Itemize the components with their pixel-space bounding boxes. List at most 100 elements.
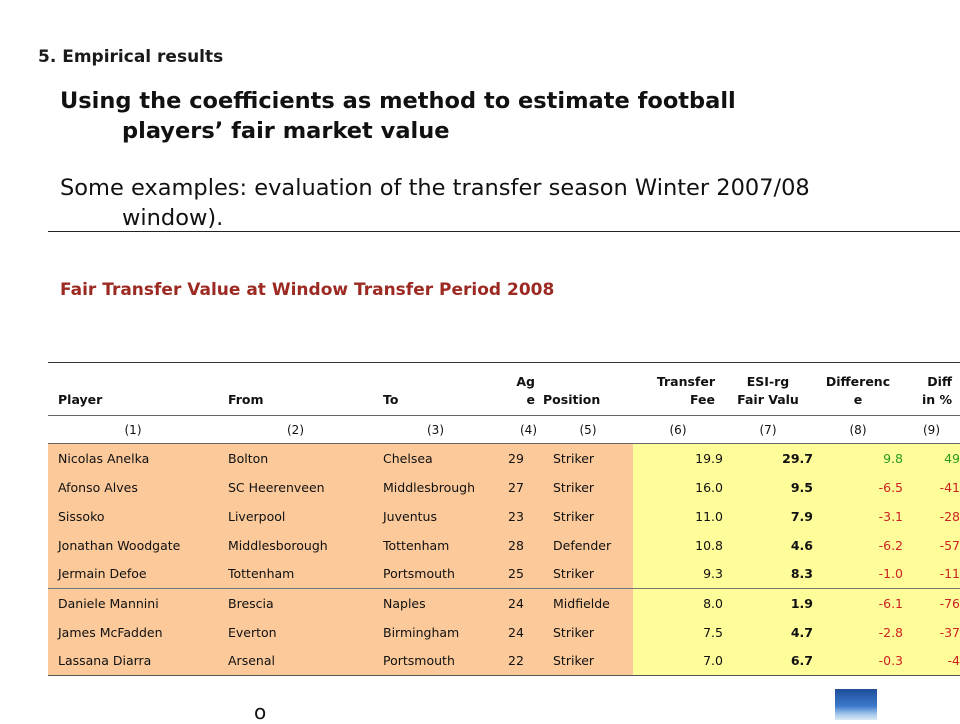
column-number: (4) [498, 415, 543, 444]
cell-to: Tottenham [373, 530, 498, 560]
cell-to: Naples [373, 588, 498, 618]
cell-from: Middlesborough [218, 530, 373, 560]
bullet-line: window). [122, 205, 224, 231]
table-row: James McFadden Everton Birmingham 24 Striker… [48, 617, 960, 647]
cell-fee: 19.9 [633, 443, 723, 473]
cell-age: 25 [498, 559, 543, 589]
cell-diff-pct: -37 [903, 617, 960, 647]
header-fair-line1: ESI-rg [746, 374, 790, 389]
footnote-marker: o [254, 700, 267, 724]
cell-from: Everton [218, 617, 373, 647]
cell-diff-pct: 49 [903, 443, 960, 473]
divider-line [48, 231, 960, 232]
cell-position: Striker [543, 559, 633, 589]
table-row: Jermain Defoe Tottenham Portsmouth 25 Strike… [48, 559, 960, 589]
cell-diff: -0.3 [813, 646, 903, 676]
cell-diff-pct: -11 [903, 559, 960, 589]
header-player: Player [48, 362, 218, 416]
header-fair-line2: Fair Valu [737, 392, 799, 407]
cell-player: James McFadden [48, 617, 218, 647]
cell-player: Sissoko [48, 501, 218, 531]
column-number: (2) [218, 415, 373, 444]
header-difference: Differenc e [813, 362, 903, 416]
cell-fee: 16.0 [633, 472, 723, 502]
cell-from: Bolton [218, 443, 373, 473]
header-diffpct-line2: in % [921, 392, 952, 407]
header-from: From [218, 362, 373, 416]
table-row: Lassana Diarra Arsenal Portsmouth 22 Striker… [48, 646, 960, 676]
cell-fee: 7.0 [633, 646, 723, 676]
cell-fee: 11.0 [633, 501, 723, 531]
cell-position: Midfielde [543, 588, 633, 618]
table-header-row: Player From To Ag e Position Transfer Fe… [48, 362, 960, 416]
cell-diff: -6.5 [813, 472, 903, 502]
cell-player: Daniele Mannini [48, 588, 218, 618]
cell-fee: 10.8 [633, 530, 723, 560]
cell-player: Afonso Alves [48, 472, 218, 502]
column-number: (3) [373, 415, 498, 444]
cell-diff-pct: -28 [903, 501, 960, 531]
cell-age: 28 [498, 530, 543, 560]
section-heading: 5. Empirical results [38, 47, 224, 67]
cell-diff: -3.1 [813, 501, 903, 531]
header-position: Position [543, 362, 633, 416]
column-number: (1) [48, 415, 218, 444]
cell-diff-pct: -57 [903, 530, 960, 560]
table-row: Sissoko Liverpool Juventus 23 Striker 11.0 7.9… [48, 501, 960, 531]
cell-fair: 4.6 [723, 530, 813, 560]
cell-age: 23 [498, 501, 543, 531]
cell-player: Jermain Defoe [48, 559, 218, 589]
cell-from: Arsenal [218, 646, 373, 676]
header-age-line1: Ag [516, 374, 535, 389]
cell-fair: 6.7 [723, 646, 813, 676]
cell-from: Tottenham [218, 559, 373, 589]
header-fee-line2: Fee [690, 392, 715, 407]
cell-diff: -2.8 [813, 617, 903, 647]
header-diffpct-line1: Diff [927, 374, 952, 389]
column-number: (5) [543, 415, 633, 444]
cell-fee: 7.5 [633, 617, 723, 647]
cell-position: Striker [543, 472, 633, 502]
cell-to: Chelsea [373, 443, 498, 473]
cell-to: Portsmouth [373, 559, 498, 589]
cell-position: Striker [543, 501, 633, 531]
table-title: Fair Transfer Value at Window Transfer P… [60, 280, 555, 300]
cell-position: Striker [543, 443, 633, 473]
cell-fair: 8.3 [723, 559, 813, 589]
cell-age: 22 [498, 646, 543, 676]
cell-diff: -1.0 [813, 559, 903, 589]
cell-age: 24 [498, 588, 543, 618]
cell-position: Defender [543, 530, 633, 560]
table-row: Nicolas Anelka Bolton Chelsea 29 Striker 19.9… [48, 443, 960, 473]
cell-to: Portsmouth [373, 646, 498, 676]
table-row: Daniele Mannini Brescia Naples 24 Midfielde 8… [48, 588, 960, 618]
header-age: Ag e [498, 362, 543, 416]
header-fair-value: ESI-rg Fair Valu [723, 362, 813, 416]
cell-diff-pct: -41 [903, 472, 960, 502]
table-row: Afonso Alves SC Heerenveen Middlesbrough 27… [48, 472, 960, 502]
header-age-line2: e [526, 392, 535, 407]
header-diff-line1: Differenc [825, 374, 891, 389]
cell-from: Brescia [218, 588, 373, 618]
cell-player: Nicolas Anelka [48, 443, 218, 473]
bullet-line: Some examples: evaluation of the transfe… [60, 175, 810, 201]
cell-fee: 9.3 [633, 559, 723, 589]
cell-to: Birmingham [373, 617, 498, 647]
cell-player: Lassana Diarra [48, 646, 218, 676]
header-to: To [373, 362, 498, 416]
cell-from: Liverpool [218, 501, 373, 531]
transfer-value-table: Player From To Ag e Position Transfer Fe… [48, 362, 960, 676]
cell-diff-pct: -76 [903, 588, 960, 618]
bullet-line: Using the coefficients as method to esti… [60, 88, 736, 114]
cell-diff-pct: -4 [903, 646, 960, 676]
cell-age: 29 [498, 443, 543, 473]
column-number-row: (1) (2) (3) (4) (5) (6) (7) (8) (9) [48, 415, 960, 444]
table-row: Jonathan Woodgate Middlesborough Tottenham… [48, 530, 960, 560]
column-number: (6) [633, 415, 723, 444]
header-fee: Transfer Fee [633, 362, 723, 416]
column-number: (8) [813, 415, 903, 444]
header-diff-pct: Diff in % [903, 362, 960, 416]
cell-diff: -6.2 [813, 530, 903, 560]
cell-diff: -6.1 [813, 588, 903, 618]
cell-to: Juventus [373, 501, 498, 531]
